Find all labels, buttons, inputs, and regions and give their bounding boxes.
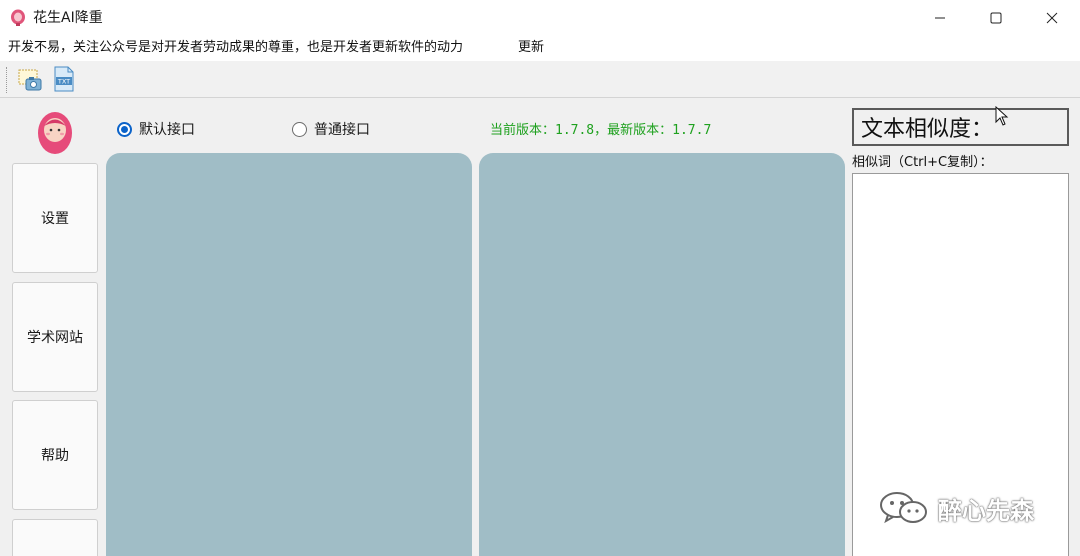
settings-button[interactable]: 设置 (12, 163, 98, 273)
watermark-text: 醉心先森 (938, 496, 1034, 525)
main-area: 设置 学术网站 帮助 默认接口 普通接口 当前版本：1.7.8，最新版本：1.7… (0, 98, 1080, 556)
screenshot-icon (18, 69, 42, 91)
doll-avatar-icon (38, 112, 72, 154)
radio-normal-label: 普通接口 (314, 122, 370, 138)
title-bar: 花生AI降重 (0, 0, 1080, 36)
close-button[interactable] (1024, 0, 1080, 36)
close-icon (1046, 12, 1058, 24)
radio-default-interface[interactable]: 默认接口 (117, 119, 195, 139)
radio-checked-icon (117, 121, 132, 137)
minimize-button[interactable] (912, 0, 968, 36)
radio-normal-interface[interactable]: 普通接口 (292, 119, 370, 139)
update-link[interactable]: 更新 (518, 40, 544, 56)
academic-sites-button[interactable]: 学术网站 (12, 282, 98, 392)
notice-text: 开发不易，关注公众号是对开发者劳动成果的尊重，也是开发者更新软件的动力 (8, 40, 464, 55)
svg-text:TXT: TXT (57, 78, 70, 86)
minimize-icon (935, 17, 945, 19)
similar-words-label: 相似词（Ctrl+C复制）： (852, 155, 993, 170)
screenshot-button[interactable] (15, 64, 45, 94)
mouse-cursor-icon (995, 106, 1009, 126)
input-text-area[interactable] (106, 153, 472, 556)
sidebar-button-4[interactable] (12, 519, 98, 556)
wechat-icon (880, 492, 927, 524)
text-similarity-display: 文本相似度： (852, 108, 1069, 146)
version-text: 当前版本：1.7.8，最新版本：1.7.7 (490, 123, 712, 138)
radio-default-label: 默认接口 (139, 122, 195, 138)
radio-unchecked-icon (292, 121, 307, 137)
txt-file-icon: TXT (54, 66, 74, 92)
maximize-icon (990, 12, 1002, 24)
app-logo-icon (11, 9, 25, 26)
toolbar-grip (6, 67, 9, 93)
output-text-area[interactable] (479, 153, 845, 556)
watermark: 醉心先森 (878, 490, 1034, 526)
window-title: 花生AI降重 (33, 10, 103, 26)
maximize-button[interactable] (968, 0, 1024, 36)
txt-file-button[interactable]: TXT (49, 64, 79, 94)
help-button[interactable]: 帮助 (12, 400, 98, 510)
toolbar: TXT (0, 61, 1080, 98)
